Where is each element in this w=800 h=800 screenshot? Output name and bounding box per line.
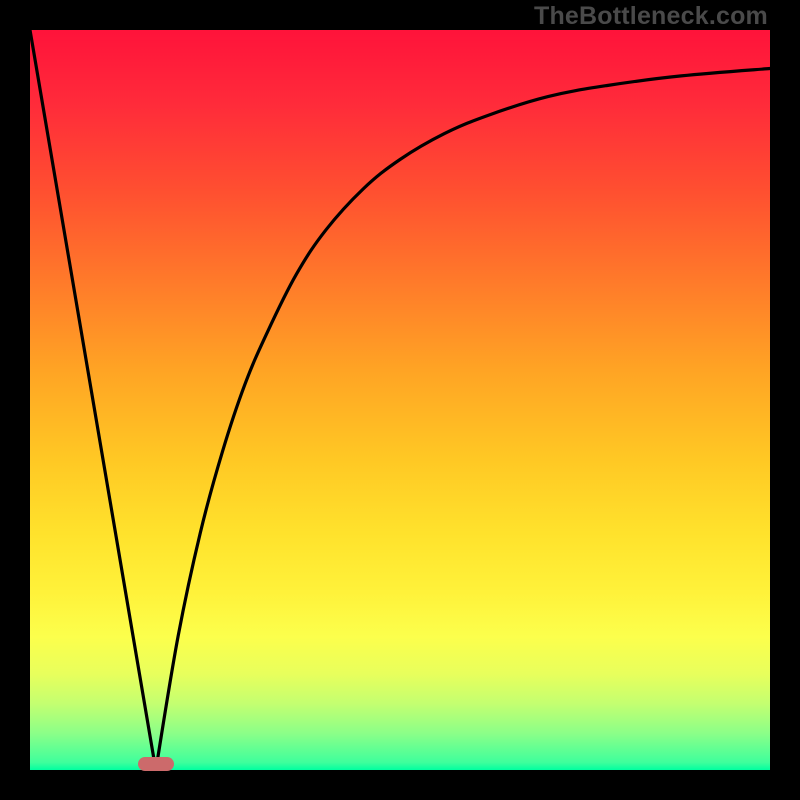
- curve-left-branch: [30, 30, 156, 770]
- chart-frame: TheBottleneck.com: [0, 0, 800, 800]
- curve-svg: [30, 30, 770, 770]
- minimum-marker: [138, 757, 174, 771]
- curve-right-branch: [156, 69, 770, 771]
- gradient-background: [30, 30, 770, 770]
- watermark-text: TheBottleneck.com: [534, 2, 768, 31]
- plot-area: [30, 30, 770, 770]
